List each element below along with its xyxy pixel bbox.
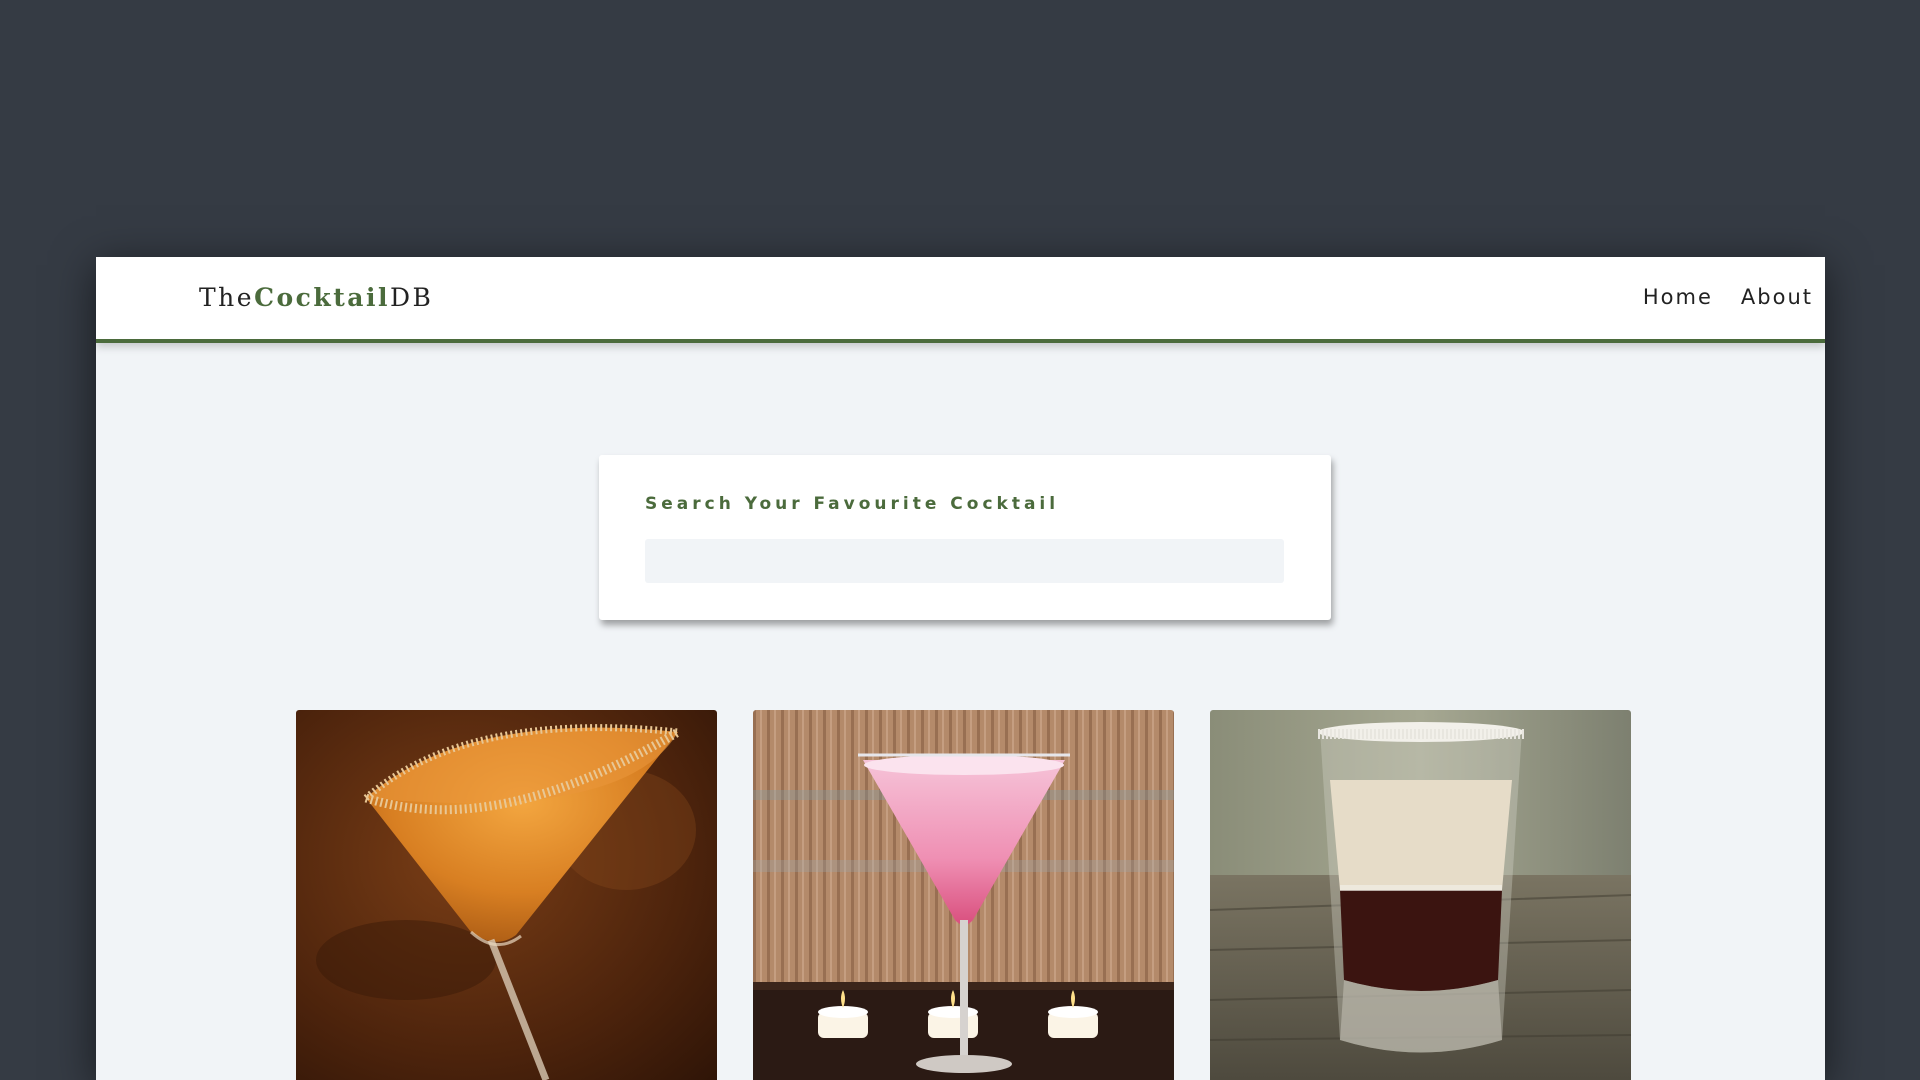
search-input[interactable] bbox=[645, 539, 1284, 583]
nav-link-about[interactable]: About bbox=[1741, 285, 1813, 309]
search-label: Search Your Favourite Cocktail bbox=[645, 494, 1060, 514]
cocktail-image-pink-martini bbox=[753, 710, 1174, 1080]
cocktail-card[interactable] bbox=[296, 710, 717, 1080]
cocktail-list bbox=[296, 710, 1631, 1080]
logo-accent: Cocktail bbox=[254, 283, 390, 312]
nav-link-home[interactable]: Home bbox=[1643, 285, 1713, 309]
cocktail-card[interactable] bbox=[1210, 710, 1631, 1080]
logo-suffix: DB bbox=[389, 283, 434, 312]
browser-window: TheCocktailDB Home About Search Your Fav… bbox=[96, 257, 1825, 1080]
cocktail-card[interactable] bbox=[753, 710, 1174, 1080]
cocktail-image-orange-martini bbox=[296, 710, 717, 1080]
navbar: TheCocktailDB Home About bbox=[96, 257, 1825, 343]
nav-links: Home About bbox=[1643, 285, 1813, 309]
search-form: Search Your Favourite Cocktail bbox=[599, 455, 1331, 620]
logo-prefix: The bbox=[199, 283, 255, 312]
site-logo[interactable]: TheCocktailDB bbox=[199, 283, 433, 312]
cocktail-image-layered-shot bbox=[1210, 710, 1631, 1080]
